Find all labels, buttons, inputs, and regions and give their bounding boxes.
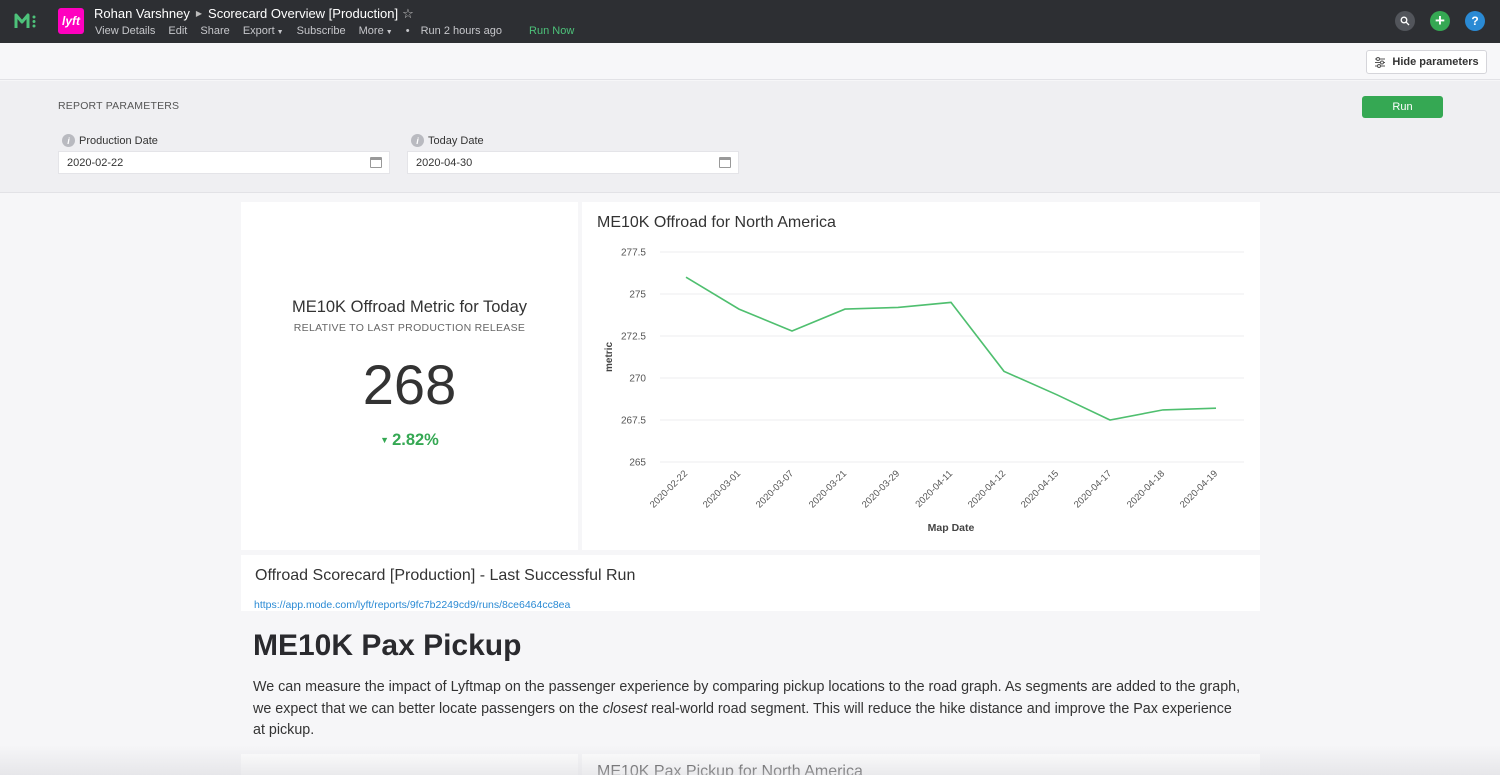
- x-axis-ticks: 2020-02-22 2020-03-01 2020-03-07 2020-03-21…: [648, 468, 1220, 510]
- add-icon[interactable]: +: [1430, 11, 1450, 31]
- y-tick-label: 265: [629, 458, 646, 469]
- parameters-title: REPORT PARAMETERS: [58, 100, 180, 112]
- data-point[interactable]: [790, 328, 795, 333]
- x-tick-label: 2020-04-18: [1125, 468, 1167, 510]
- run-now-link[interactable]: Run Now: [529, 25, 574, 37]
- y-tick-label: 270: [629, 374, 646, 385]
- kpi-delta: ▼ 2.82%: [241, 431, 578, 450]
- x-tick-label: 2020-03-07: [754, 468, 796, 510]
- edit-link[interactable]: Edit: [168, 25, 187, 37]
- data-point[interactable]: [1108, 418, 1113, 423]
- data-point[interactable]: [1161, 407, 1166, 412]
- x-tick-label: 2020-03-21: [807, 468, 849, 510]
- separator-dot: •: [405, 25, 410, 37]
- view-details-link[interactable]: View Details: [95, 25, 155, 37]
- x-tick-label: 2020-04-12: [966, 468, 1008, 510]
- series-points: [684, 275, 1219, 423]
- export-label: Export: [242, 25, 275, 37]
- hide-parameters-button[interactable]: Hide parameters: [1366, 50, 1487, 74]
- kpi-title: ME10K Offroad Metric for Today: [291, 298, 528, 316]
- series-line: [685, 276, 1217, 421]
- x-tick-label: 2020-04-11: [913, 468, 955, 510]
- last-run-link[interactable]: https://app.mode.com/lyft/reports/9fc7b2…: [254, 599, 570, 611]
- data-point[interactable]: [1002, 369, 1007, 374]
- x-tick-label: 2020-04-15: [1019, 468, 1061, 510]
- section-heading: ME10K Pax Pickup: [253, 629, 522, 662]
- chevron-down-icon: ▼: [276, 29, 284, 36]
- production-date-value: 2020-02-22: [67, 157, 124, 169]
- search-icon[interactable]: [1395, 11, 1415, 31]
- x-tick-label: 2020-03-29: [860, 468, 902, 510]
- today-date-label: i Today Date: [411, 134, 484, 147]
- y-axis-ticks: 265 267.5 270 272.5 275 277.5: [621, 248, 646, 469]
- today-date-field[interactable]: 2020-04-30: [407, 151, 739, 174]
- x-tick-label: 2020-03-01: [701, 468, 743, 510]
- data-point[interactable]: [896, 305, 901, 310]
- down-triangle-icon: ▼: [380, 435, 390, 445]
- bottom-kpi-card: [241, 754, 578, 775]
- sliders-icon: [1375, 56, 1386, 68]
- parameters-panel: [0, 81, 1500, 193]
- chevron-down-icon: ▼: [385, 29, 393, 36]
- data-point[interactable]: [1214, 406, 1219, 411]
- data-point[interactable]: [737, 307, 742, 312]
- more-menu[interactable]: More ▼: [359, 25, 393, 37]
- last-run-title: Offroad Scorecard [Production] - Last Su…: [255, 567, 636, 584]
- today-date-value: 2020-04-30: [416, 157, 473, 169]
- y-tick-label: 277.5: [621, 248, 646, 259]
- chart-card: ME10K Offroad for North America 265 267.5…: [582, 202, 1260, 550]
- data-point[interactable]: [1055, 392, 1060, 397]
- subscribe-link[interactable]: Subscribe: [297, 25, 346, 37]
- bottom-chart-title: ME10K Pax Pickup for North America: [597, 763, 863, 775]
- report-title: Scorecard Overview [Production]: [208, 6, 399, 21]
- breadcrumb-separator-icon: ▶: [195, 9, 203, 18]
- breadcrumb: Rohan Varshney ▶ Scorecard Overview [Produ…: [94, 6, 414, 22]
- mode-logo-icon[interactable]: [14, 12, 40, 30]
- parameter-toolbar: [0, 43, 1500, 80]
- y-tick-label: 267.5: [621, 416, 646, 427]
- report-actions: View Details Edit Share Export ▼ Subscrib…: [95, 25, 584, 37]
- breadcrumb-owner[interactable]: Rohan Varshney: [94, 6, 190, 21]
- production-date-field[interactable]: 2020-02-22: [58, 151, 390, 174]
- x-tick-label: 2020-02-22: [648, 468, 690, 510]
- line-chart: 265267.5270272.5275277.5 2020-02-22 2020-…: [604, 248, 1244, 534]
- hide-parameters-label: Hide parameters: [1392, 56, 1479, 68]
- kpi-delta-value: 2.82%: [392, 431, 439, 449]
- x-axis-label: Map Date: [928, 522, 975, 534]
- calendar-icon[interactable]: [719, 157, 731, 168]
- more-label: More: [358, 25, 384, 37]
- org-logo-text: lyft: [62, 14, 80, 28]
- y-tick-label: 272.5: [621, 332, 646, 343]
- production-date-label: i Production Date: [62, 134, 158, 147]
- kpi-card: ME10K Offroad Metric for Today RELATIVE …: [241, 202, 578, 550]
- bottom-chart-card: ME10K Pax Pickup for North America: [582, 754, 1260, 775]
- today-date-label-text: Today Date: [428, 134, 484, 147]
- data-point[interactable]: [843, 307, 848, 312]
- data-point[interactable]: [949, 300, 954, 305]
- section-paragraph: We can measure the impact of Lyftmap on …: [253, 677, 1243, 742]
- help-icon[interactable]: ?: [1465, 11, 1485, 31]
- info-icon[interactable]: i: [411, 134, 424, 147]
- last-run-card: Offroad Scorecard [Production] - Last Su…: [241, 555, 1260, 611]
- org-logo[interactable]: lyft: [58, 8, 84, 34]
- kpi-value: 268: [362, 353, 457, 416]
- y-tick-label: 275: [629, 290, 646, 301]
- top-bar: lyft Rohan Varshney ▶ Scorecard Overview […: [0, 0, 1500, 43]
- share-link[interactable]: Share: [200, 25, 229, 37]
- kpi-subtitle: RELATIVE TO LAST PRODUCTION RELEASE: [293, 322, 526, 334]
- info-icon[interactable]: i: [62, 134, 75, 147]
- export-menu[interactable]: Export ▼: [243, 25, 284, 37]
- calendar-icon[interactable]: [370, 157, 382, 168]
- run-status: Run 2 hours ago: [420, 25, 502, 37]
- x-tick-label: 2020-04-17: [1072, 468, 1114, 510]
- run-button[interactable]: Run: [1362, 96, 1443, 118]
- paragraph-emphasis: closest: [602, 700, 648, 717]
- production-date-label-text: Production Date: [79, 134, 158, 147]
- star-icon[interactable]: ☆: [402, 6, 414, 21]
- x-tick-label: 2020-04-19: [1178, 468, 1220, 510]
- y-axis-label: metric: [604, 342, 615, 372]
- chart-grid: [660, 251, 1244, 463]
- data-point[interactable]: [684, 275, 689, 280]
